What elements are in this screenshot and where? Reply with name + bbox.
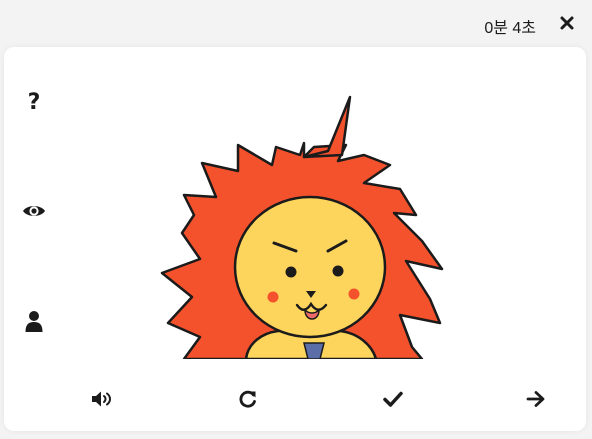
question-icon: ? bbox=[27, 90, 41, 115]
close-button[interactable] bbox=[558, 14, 576, 32]
right-cheek bbox=[348, 288, 360, 300]
play-sound-button[interactable] bbox=[90, 387, 114, 411]
quiz-card: ? bbox=[4, 47, 586, 431]
arrow-right-icon bbox=[526, 391, 545, 407]
next-button[interactable] bbox=[524, 387, 548, 411]
tie bbox=[303, 342, 325, 359]
left-cheek bbox=[267, 291, 279, 303]
close-icon bbox=[560, 16, 574, 30]
show-answer-button[interactable] bbox=[22, 199, 46, 223]
lion-illustration bbox=[154, 47, 454, 359]
profile-button[interactable] bbox=[22, 309, 46, 333]
timer: 0분 4초 bbox=[484, 20, 536, 37]
volume-icon bbox=[92, 391, 111, 407]
top-bar: 0분 4초 bbox=[0, 0, 592, 46]
redo-icon bbox=[239, 390, 256, 408]
redo-button[interactable] bbox=[236, 387, 260, 411]
check-icon bbox=[383, 391, 403, 407]
user-icon bbox=[25, 311, 43, 332]
right-eye bbox=[332, 265, 344, 277]
eye-icon bbox=[23, 206, 45, 216]
confirm-button[interactable] bbox=[381, 387, 405, 411]
lion-image bbox=[160, 95, 444, 359]
left-eye bbox=[285, 266, 297, 278]
help-button[interactable]: ? bbox=[22, 91, 46, 115]
